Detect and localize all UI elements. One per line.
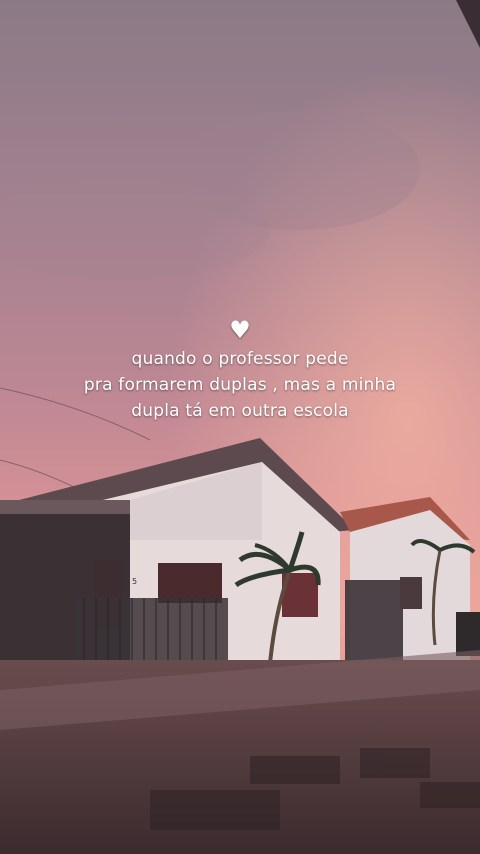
gate [345, 580, 403, 666]
caption-line: pra formarem duplas , mas a minha [83, 375, 397, 395]
white-heart-icon: ♥ [229, 316, 251, 344]
caption-overlay: ♥ quando o professor pede pra formarem d… [0, 316, 480, 424]
caption-line: dupla tá em outra escola [131, 401, 349, 421]
window [158, 563, 222, 603]
parked-car [456, 612, 480, 656]
background-photo: 5 [0, 0, 480, 854]
caption-line: quando o professor pede [131, 349, 349, 369]
window [400, 577, 422, 609]
house-number: 5 [132, 577, 137, 586]
carport-roof [0, 500, 130, 514]
